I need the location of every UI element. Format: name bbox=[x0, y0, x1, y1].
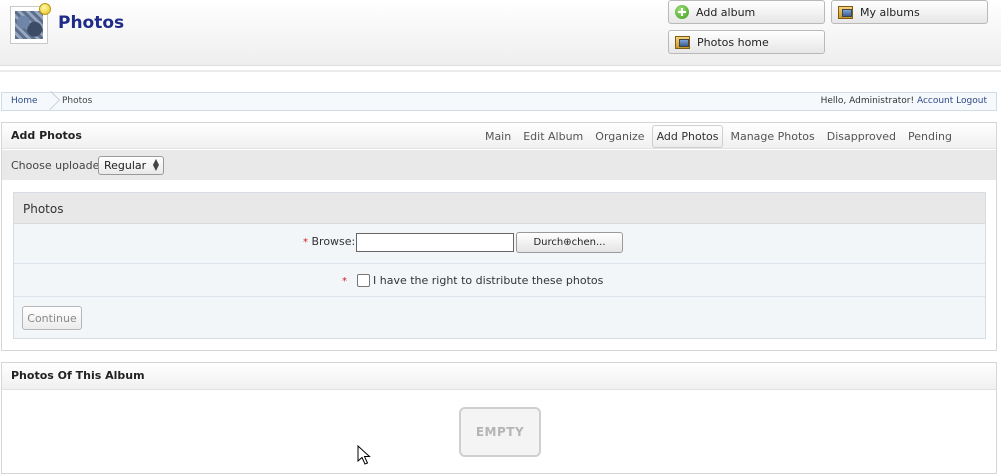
add-photos-header: Add Photos Main Edit Album Organize Add … bbox=[2, 123, 996, 149]
rights-row: * I have the right to distribute these p… bbox=[14, 265, 985, 297]
photos-form: Photos * Browse: Durch⊕chen... * I have … bbox=[13, 192, 986, 339]
my-albums-button[interactable]: My albums bbox=[831, 0, 988, 24]
page-title: Photos bbox=[58, 13, 125, 33]
greeting-text: Hello, Administrator! bbox=[820, 96, 915, 106]
status-badge-icon bbox=[39, 3, 51, 15]
photos-form-title: Photos bbox=[23, 202, 64, 216]
add-photos-title: Add Photos bbox=[11, 129, 82, 142]
tab-add-photos[interactable]: Add Photos bbox=[651, 125, 724, 148]
breadcrumb-current: Photos bbox=[62, 96, 93, 106]
select-arrows-icon: ▲ ▼ bbox=[152, 157, 159, 172]
user-greeting: Hello, Administrator! Account Logout bbox=[821, 96, 987, 106]
browse-label: * Browse: bbox=[303, 235, 355, 248]
photos-home-button[interactable]: Photos home bbox=[668, 30, 825, 54]
uploader-label: Choose uploader bbox=[11, 159, 104, 172]
album-tabs: Main Edit Album Organize Add Photos Mana… bbox=[478, 125, 957, 148]
required-marker: * bbox=[342, 276, 347, 287]
required-marker: * bbox=[303, 237, 308, 248]
rights-checkbox[interactable] bbox=[357, 274, 370, 287]
uploader-select[interactable]: Regular ▲ ▼ bbox=[98, 156, 164, 175]
album-photos-panel: Photos Of This Album EMPTY bbox=[1, 362, 997, 474]
album-photos-title: Photos Of This Album bbox=[11, 369, 145, 382]
tab-edit-album[interactable]: Edit Album bbox=[518, 125, 588, 148]
photo-thumbnail-icon bbox=[15, 11, 43, 39]
photos-home-label: Photos home bbox=[697, 35, 769, 49]
tab-organize[interactable]: Organize bbox=[590, 125, 649, 148]
empty-state-badge: EMPTY bbox=[459, 407, 541, 457]
photos-home-icon bbox=[675, 35, 690, 49]
breadcrumb: Home Photos Hello, Administrator! Accoun… bbox=[1, 92, 997, 111]
add-album-label: Add album bbox=[696, 5, 756, 19]
browse-file-button[interactable]: Durch⊕chen... bbox=[516, 232, 623, 253]
file-path-input[interactable] bbox=[356, 233, 514, 252]
photos-form-header: Photos bbox=[14, 193, 985, 224]
album-icon bbox=[838, 5, 853, 19]
add-icon bbox=[675, 5, 689, 19]
continue-button[interactable]: Continue bbox=[22, 306, 82, 330]
photos-app-icon bbox=[10, 3, 51, 44]
my-albums-label: My albums bbox=[860, 5, 920, 19]
album-photos-header: Photos Of This Album bbox=[2, 363, 996, 390]
app-header: Photos Add album My albums Photos home bbox=[0, 0, 1001, 66]
add-album-button[interactable]: Add album bbox=[668, 0, 825, 24]
breadcrumb-separator-icon bbox=[46, 92, 56, 111]
uploader-row: Choose uploader Regular ▲ ▼ bbox=[2, 150, 996, 180]
logout-link[interactable]: Logout bbox=[956, 96, 987, 106]
breadcrumb-home-link[interactable]: Home bbox=[11, 96, 38, 106]
tab-manage-photos[interactable]: Manage Photos bbox=[725, 125, 819, 148]
rights-checkbox-label: I have the right to distribute these pho… bbox=[373, 274, 604, 287]
tab-pending[interactable]: Pending bbox=[903, 125, 957, 148]
mouse-cursor-icon bbox=[357, 445, 371, 465]
browse-label-text: Browse: bbox=[311, 235, 356, 248]
uploader-selected-value: Regular bbox=[104, 159, 147, 172]
browse-row: * Browse: Durch⊕chen... bbox=[14, 224, 985, 264]
header-divider bbox=[0, 70, 1001, 72]
add-photos-panel: Add Photos Main Edit Album Organize Add … bbox=[1, 122, 997, 351]
tab-disapproved[interactable]: Disapproved bbox=[822, 125, 901, 148]
account-link[interactable]: Account bbox=[917, 96, 953, 106]
tab-main[interactable]: Main bbox=[480, 125, 516, 148]
